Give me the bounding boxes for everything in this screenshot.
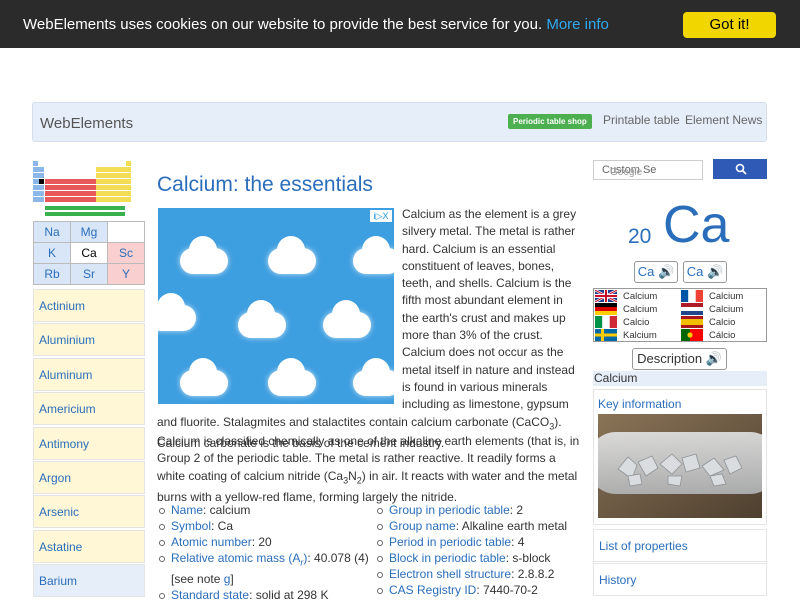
got-it-button[interactable]: Got it!	[683, 12, 776, 38]
classification-paragraph: Calcium is classified chemically as one …	[157, 434, 580, 505]
element-list-item[interactable]: Barium	[33, 564, 145, 598]
element-list-item[interactable]: Antimony	[33, 426, 145, 460]
intro-paragraph: Calcium as the element is a grey silvery…	[157, 207, 577, 451]
list-of-properties-link[interactable]: List of properties	[593, 529, 767, 562]
cookie-banner: WebElements uses cookies on our website …	[0, 0, 800, 48]
fact-item: Relative atomic mass (Ar): 40.078 (4)	[157, 550, 372, 570]
neighbor-mg[interactable]: Mg	[70, 221, 108, 243]
element-list-item[interactable]: Americium	[33, 392, 145, 426]
element-symbol-display: 20 Ca	[628, 195, 738, 254]
portugal-flag-icon	[681, 329, 703, 342]
fact-item: Period in periodic table: 4	[375, 534, 590, 550]
element-symbol: Ca	[663, 196, 730, 254]
mini-periodic-table[interactable]	[33, 161, 133, 217]
fact-item: Group in periodic table: 2	[375, 502, 590, 518]
pronounce-us-button[interactable]: Ca 🔊	[683, 261, 727, 283]
fact-item: Electron shell structure: 2.8.8.2	[375, 566, 590, 582]
fact-item: Symbol: Ca	[157, 518, 372, 534]
printable-table-link[interactable]: Printable table	[603, 113, 680, 127]
fact-item: Name: calcium	[157, 502, 372, 518]
history-link[interactable]: History	[593, 563, 767, 596]
pronounce-uk-button[interactable]: Ca 🔊	[634, 261, 678, 283]
element-news-link[interactable]: Element News	[685, 113, 762, 127]
element-list-item[interactable]: Arsenic	[33, 495, 145, 529]
fact-item: Standard state: solid at 298 K	[157, 587, 372, 603]
periodic-table-icon	[33, 161, 131, 216]
spain-flag-icon	[681, 316, 703, 329]
search-button[interactable]	[713, 159, 767, 179]
element-list-item[interactable]: Aluminum	[33, 357, 145, 391]
uk-flag-icon	[595, 290, 617, 303]
element-list-item[interactable]: Actinium	[33, 289, 145, 322]
search-icon	[735, 163, 747, 175]
italy-flag-icon	[595, 316, 617, 329]
language-item[interactable]: Calcium	[595, 290, 657, 303]
neighbor-k[interactable]: K	[33, 242, 71, 264]
germany-flag-icon	[595, 303, 617, 316]
calcium-photo[interactable]	[598, 414, 762, 518]
element-list: Actinium Aluminium Aluminum Americium An…	[33, 289, 145, 599]
neighbor-y[interactable]: Y	[107, 263, 145, 285]
page-title: Calcium: the essentials	[157, 173, 373, 196]
element-list-item[interactable]: Aluminium	[33, 323, 145, 357]
language-item[interactable]: Calcium	[681, 290, 743, 303]
site-header: WebElements Periodic table shop Printabl…	[32, 102, 767, 142]
facts-left-column: Name: calcium Symbol: Ca Atomic number: …	[157, 502, 372, 603]
france-flag-icon	[681, 290, 703, 303]
language-item[interactable]: Calcium	[595, 303, 657, 316]
more-info-link[interactable]: More info	[546, 16, 609, 33]
fact-item: Block in periodic table: s-block	[375, 550, 590, 566]
neighbor-ca: Ca	[70, 242, 108, 264]
neighbor-empty	[107, 221, 145, 243]
language-item[interactable]: Calcium	[681, 303, 743, 316]
language-item[interactable]: Kalcium	[595, 329, 657, 342]
neighbor-rb[interactable]: Rb	[33, 263, 71, 285]
language-item[interactable]: Calcio	[595, 316, 649, 329]
sweden-flag-icon	[595, 329, 617, 342]
neighbor-sc[interactable]: Sc	[107, 242, 145, 264]
fact-item: CAS Registry ID: 7440-70-2	[375, 582, 590, 598]
fact-note: [see note g]	[171, 571, 234, 586]
neighbor-elements-grid: Na Mg K Ca Sc Rb Sr Y	[33, 221, 145, 285]
cookie-message: WebElements uses cookies on our website …	[23, 16, 609, 33]
element-list-item[interactable]: Astatine	[33, 529, 145, 563]
fact-item: Group name: Alkaline earth metal	[375, 518, 590, 534]
facts-right-column: Group in periodic table: 2 Group name: A…	[375, 502, 590, 599]
fact-item: Atomic number: 20	[157, 534, 372, 550]
calcium-crystals-image	[598, 414, 762, 518]
language-item[interactable]: Calcio	[681, 316, 735, 329]
language-item[interactable]: Cálcio	[681, 329, 735, 342]
neighbor-na[interactable]: Na	[33, 221, 71, 243]
language-names: Calcium Calcium Calcium Calcium Calcio C…	[593, 288, 767, 342]
shop-badge[interactable]: Periodic table shop	[508, 114, 592, 129]
element-list-item[interactable]: Argon	[33, 460, 145, 494]
search-input[interactable]: Google Custom Se	[593, 160, 703, 180]
atomic-number: 20	[628, 225, 652, 248]
site-brand[interactable]: WebElements	[40, 115, 133, 132]
cookie-text: WebElements uses cookies on our website …	[23, 16, 543, 33]
description-audio-button[interactable]: Description 🔊	[632, 348, 727, 370]
netherlands-flag-icon	[681, 303, 703, 316]
google-label: Google	[610, 167, 643, 178]
element-title: Calcium	[593, 371, 767, 386]
neighbor-sr[interactable]: Sr	[70, 263, 108, 285]
